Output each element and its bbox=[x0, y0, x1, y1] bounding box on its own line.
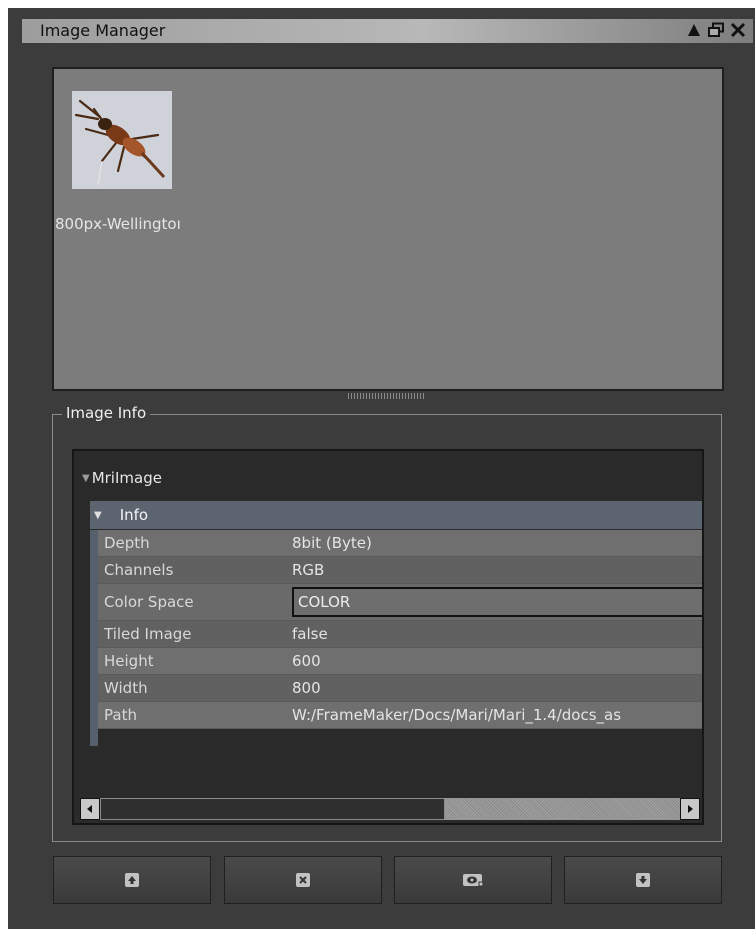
scrollbar-thumb[interactable] bbox=[100, 798, 445, 820]
export-image-button[interactable] bbox=[564, 856, 722, 904]
restore-icon bbox=[708, 22, 724, 37]
properties-list: Depth 8bit (Byte) Channels RGB Color Spa… bbox=[90, 530, 702, 729]
close-button[interactable] bbox=[729, 20, 747, 40]
property-row-width[interactable]: Width 800 bbox=[98, 675, 702, 702]
arrow-right-icon bbox=[688, 805, 693, 813]
property-row-path[interactable]: Path W:/FrameMaker/Docs/Mari/Mari_1.4/do… bbox=[98, 702, 702, 729]
import-icon bbox=[125, 873, 139, 887]
collapse-triangle-icon: ▼ bbox=[94, 509, 102, 521]
color-space-field[interactable]: COLOR bbox=[292, 587, 702, 617]
info-section-label: Info bbox=[119, 506, 149, 524]
property-row-color-space[interactable]: Color Space COLOR bbox=[98, 584, 702, 621]
float-button[interactable] bbox=[685, 20, 703, 40]
remove-image-button[interactable] bbox=[224, 856, 382, 904]
insect-thumbnail bbox=[72, 91, 172, 189]
window-title: Image Manager bbox=[40, 21, 166, 40]
info-section-header[interactable]: ▼ Info bbox=[90, 501, 702, 529]
eye-icon bbox=[463, 874, 484, 887]
image-thumbnail-card[interactable]: 800px-Wellingtoı bbox=[55, 91, 247, 233]
property-row-height[interactable]: Height 600 bbox=[98, 648, 702, 675]
scroll-right-button[interactable] bbox=[680, 798, 700, 820]
delete-icon bbox=[296, 873, 310, 887]
property-row-depth[interactable]: Depth 8bit (Byte) bbox=[98, 530, 702, 557]
panel-splitter-handle[interactable] bbox=[348, 393, 424, 399]
horizontal-scrollbar[interactable] bbox=[80, 795, 700, 823]
export-icon bbox=[636, 873, 650, 887]
tree-root-label: MriImage bbox=[91, 469, 162, 487]
scroll-left-button[interactable] bbox=[80, 798, 100, 820]
property-row-tiled-image[interactable]: Tiled Image false bbox=[98, 621, 702, 648]
thumbnail-label: 800px-Wellingtoı bbox=[55, 215, 181, 233]
close-icon bbox=[730, 22, 746, 38]
triangle-up-icon bbox=[688, 24, 700, 36]
view-image-button[interactable] bbox=[394, 856, 552, 904]
scrollbar-track[interactable] bbox=[100, 798, 680, 820]
restore-button[interactable] bbox=[707, 20, 725, 40]
image-info-title: Image Info bbox=[62, 404, 151, 422]
property-row-channels[interactable]: Channels RGB bbox=[98, 557, 702, 584]
thumbnail-area[interactable]: 800px-Wellingtoı bbox=[52, 67, 724, 391]
expand-triangle-icon: ▼ bbox=[82, 472, 90, 484]
tree-root-mriimage[interactable]: ▼ MriImage bbox=[82, 469, 162, 487]
title-bar[interactable]: Image Manager bbox=[22, 19, 753, 43]
image-info-tree[interactable]: ▼ MriImage ▼ Info Depth 8bit (Byte) Chan… bbox=[72, 449, 704, 825]
import-image-button[interactable] bbox=[53, 856, 211, 904]
arrow-left-icon bbox=[87, 805, 92, 813]
